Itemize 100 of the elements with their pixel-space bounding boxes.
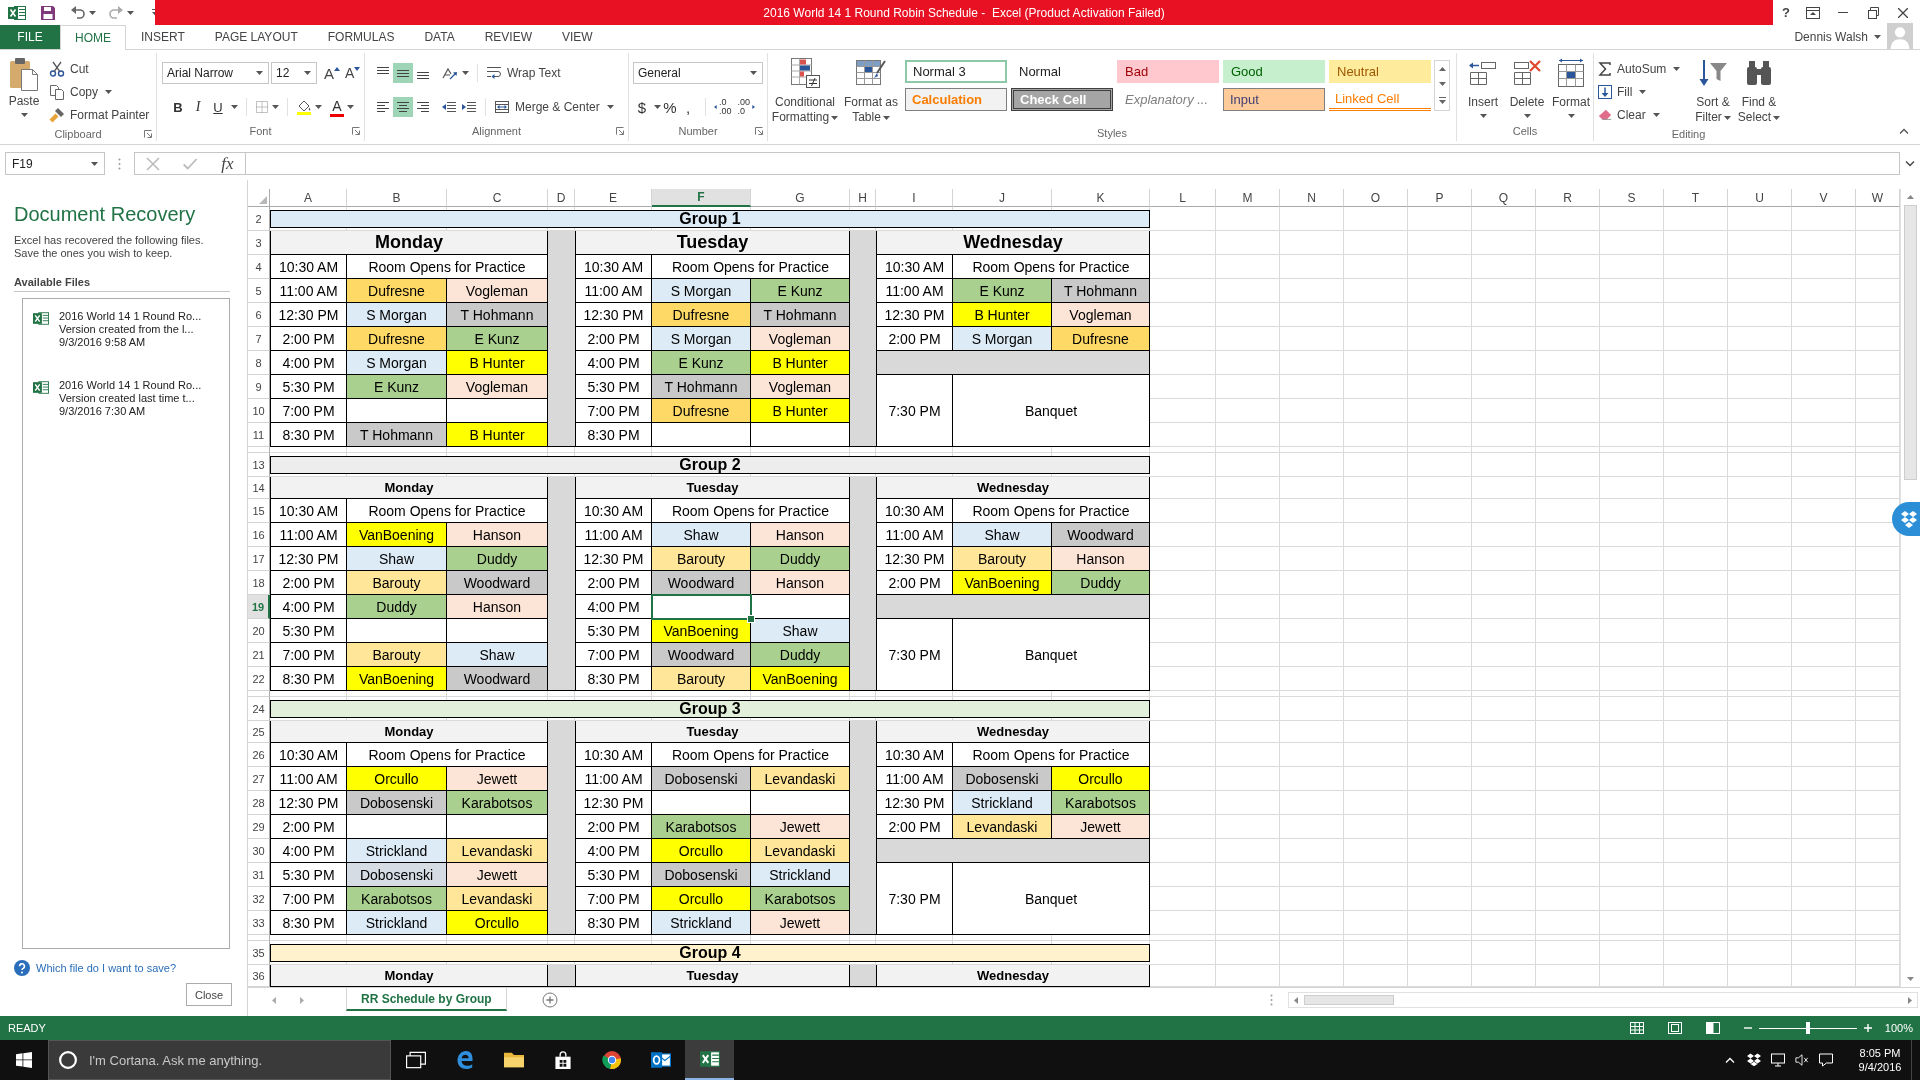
row-header[interactable]: 14	[248, 477, 270, 499]
dialog-launcher-icon[interactable]	[352, 127, 360, 135]
row-header[interactable]: 7	[248, 327, 270, 351]
page-break-icon[interactable]	[1705, 1022, 1720, 1034]
zoom-level[interactable]: 100%	[1884, 1022, 1913, 1034]
more-styles-icon[interactable]	[1438, 97, 1446, 105]
column-header[interactable]: M	[1216, 189, 1280, 207]
checkmark-icon[interactable]	[183, 157, 199, 170]
delete-cells-button[interactable]: Delete	[1507, 53, 1547, 121]
fill-handle[interactable]	[747, 615, 755, 623]
font-size-field[interactable]: 12	[271, 62, 317, 84]
style-option[interactable]: Explanatory ...	[1117, 88, 1219, 111]
recovered-file-item[interactable]: 2016 World 14 1 Round Ro... Version created from the l... 9/3/2016 9:58 AM	[23, 307, 229, 352]
scroll-up-icon[interactable]	[1438, 66, 1446, 71]
comma-button[interactable]: ,	[679, 97, 697, 117]
row-header[interactable]: 29	[248, 815, 270, 839]
column-header[interactable]: A	[270, 189, 347, 207]
column-header[interactable]: V	[1792, 189, 1856, 207]
row-header[interactable]: 16	[248, 523, 270, 547]
volume-muted-icon[interactable]	[1795, 1053, 1809, 1067]
column-header[interactable]: F	[652, 189, 751, 207]
row-header[interactable]: 25	[248, 721, 270, 743]
insert-cells-button[interactable]: Insert	[1463, 53, 1503, 121]
grow-font-button[interactable]: A	[324, 64, 340, 82]
font-color-button[interactable]: A	[330, 97, 344, 117]
help-icon[interactable]	[14, 960, 30, 976]
save-icon[interactable]	[40, 4, 56, 21]
format-painter-button[interactable]: Format Painter	[49, 103, 150, 126]
column-header[interactable]: W	[1856, 189, 1900, 207]
column-header[interactable]: H	[850, 189, 876, 207]
row-header[interactable]: 35	[248, 941, 270, 965]
close-button[interactable]: Close	[186, 983, 232, 1006]
column-header[interactable]: B	[347, 189, 447, 207]
underline-button[interactable]: U	[208, 97, 228, 117]
expand-formula-bar-icon[interactable]	[1905, 161, 1915, 167]
find-select-button[interactable]: Find & Select	[1736, 53, 1782, 126]
column-header[interactable]: J	[953, 189, 1052, 207]
close-icon[interactable]	[1897, 7, 1908, 18]
column-header[interactable]: N	[1280, 189, 1344, 207]
gallery-scrollbar[interactable]	[1434, 60, 1450, 111]
help-button[interactable]: ?	[1782, 5, 1790, 20]
column-header[interactable]: R	[1536, 189, 1600, 207]
column-header[interactable]: O	[1344, 189, 1408, 207]
slider-thumb[interactable]	[1805, 1022, 1810, 1034]
row-header[interactable]: 21	[248, 643, 270, 667]
dialog-launcher-icon[interactable]	[616, 127, 624, 135]
column-header[interactable]: S	[1600, 189, 1664, 207]
font-name-field[interactable]: Arial Narrow	[162, 62, 269, 84]
row-header[interactable]: 30	[248, 839, 270, 863]
grip-icon[interactable]	[1270, 994, 1273, 1006]
scroll-left-icon[interactable]	[1294, 996, 1298, 1004]
row-header[interactable]: 31	[248, 863, 270, 887]
minimize-icon[interactable]	[1837, 12, 1848, 13]
row-header[interactable]: 27	[248, 767, 270, 791]
show-hidden-icons-icon[interactable]	[1725, 1057, 1735, 1063]
row-header[interactable]: 20	[248, 619, 270, 643]
row-header[interactable]: 8	[248, 351, 270, 375]
undo-icon[interactable]	[70, 4, 86, 21]
cut-button[interactable]: Cut	[49, 57, 150, 80]
column-header[interactable]: C	[447, 189, 548, 207]
row-header[interactable]: 15	[248, 499, 270, 523]
row-header[interactable]: 33	[248, 911, 270, 935]
bold-button[interactable]: B	[168, 97, 188, 117]
column-header[interactable]: I	[876, 189, 953, 207]
insert-function-button[interactable]: fx	[221, 153, 234, 174]
row-header[interactable]: 24	[248, 697, 270, 721]
fill-bucket-icon[interactable]	[296, 99, 312, 115]
column-header[interactable]: Q	[1472, 189, 1536, 207]
message-icon[interactable]	[1819, 1053, 1833, 1067]
dropbox-tray-icon[interactable]	[1747, 1053, 1761, 1067]
row-header[interactable]: 28	[248, 791, 270, 815]
column-header[interactable]: T	[1664, 189, 1728, 207]
row-header[interactable]: 9	[248, 375, 270, 399]
ribbon-tab[interactable]: HOME	[60, 25, 126, 50]
scrollbar-thumb[interactable]	[1904, 205, 1917, 480]
style-option[interactable]: Normal	[1011, 60, 1113, 83]
formula-input[interactable]	[245, 152, 1900, 175]
conditional-formatting-button[interactable]: Conditional Formatting	[771, 53, 839, 125]
name-box[interactable]: F19	[5, 152, 105, 175]
copy-button[interactable]: Copy	[49, 80, 150, 103]
column-header[interactable]: D	[548, 189, 575, 207]
fill-button[interactable]: Fill	[1598, 80, 1690, 103]
row-header[interactable]: 17	[248, 547, 270, 571]
style-option[interactable]: Good	[1223, 60, 1325, 83]
wrap-text-button[interactable]: Wrap Text	[486, 61, 561, 85]
style-option[interactable]: Normal 3	[905, 60, 1007, 83]
windows-logo-icon[interactable]	[16, 1052, 32, 1068]
increase-decimal-button[interactable]: .0 .00	[714, 98, 732, 116]
file-tab[interactable]: FILE	[0, 25, 60, 49]
shrink-font-button[interactable]: A	[345, 65, 361, 81]
row-header[interactable]: 4	[248, 255, 270, 279]
ribbon-tab[interactable]: PAGE LAYOUT	[199, 25, 313, 49]
row-header[interactable]: 6	[248, 303, 270, 327]
ribbon-tab[interactable]: DATA	[409, 25, 470, 49]
format-cells-button[interactable]: Format	[1551, 53, 1591, 121]
vertical-scrollbar[interactable]	[1900, 189, 1920, 987]
grip-icon[interactable]	[118, 158, 121, 170]
row-header[interactable]: 10	[248, 399, 270, 423]
row-header[interactable]: 5	[248, 279, 270, 303]
decrease-indent-icon[interactable]	[441, 99, 457, 115]
